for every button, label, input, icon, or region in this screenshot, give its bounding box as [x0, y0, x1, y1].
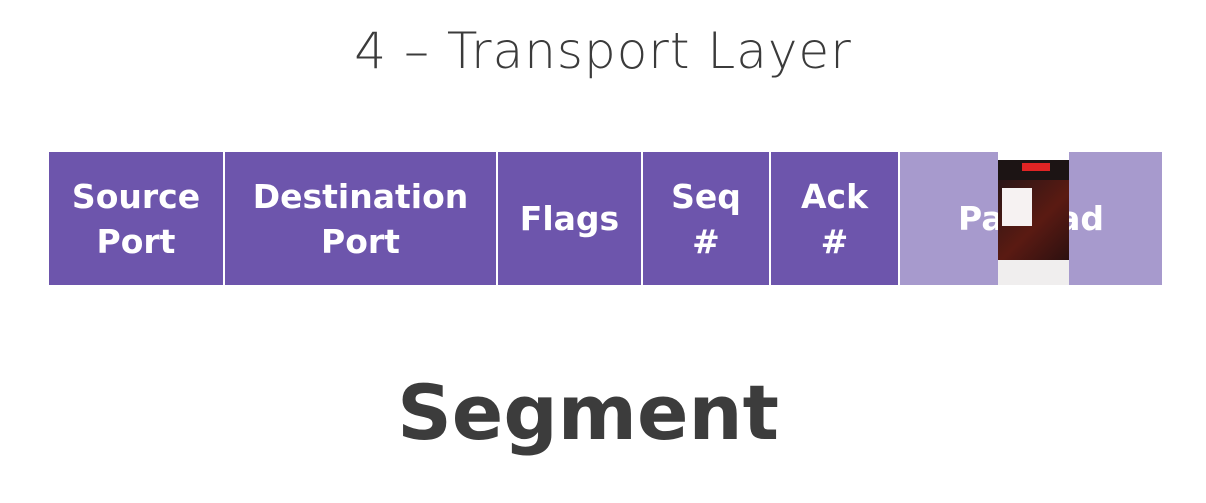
slide-title: 4 – Transport Layer [354, 22, 852, 80]
field-destination-port: Destination Port [225, 152, 498, 285]
field-source-port: Source Port [49, 152, 225, 285]
field-seq-number: Seq # [643, 152, 771, 285]
segment-caption: Segment [397, 368, 779, 457]
embedded-screen-thumbnail [998, 152, 1069, 285]
field-flags: Flags [498, 152, 643, 285]
tcp-segment-diagram: Source Port Destination Port Flags Seq #… [49, 152, 1162, 285]
field-payload: Payload [900, 152, 1162, 285]
field-ack-number: Ack # [771, 152, 900, 285]
